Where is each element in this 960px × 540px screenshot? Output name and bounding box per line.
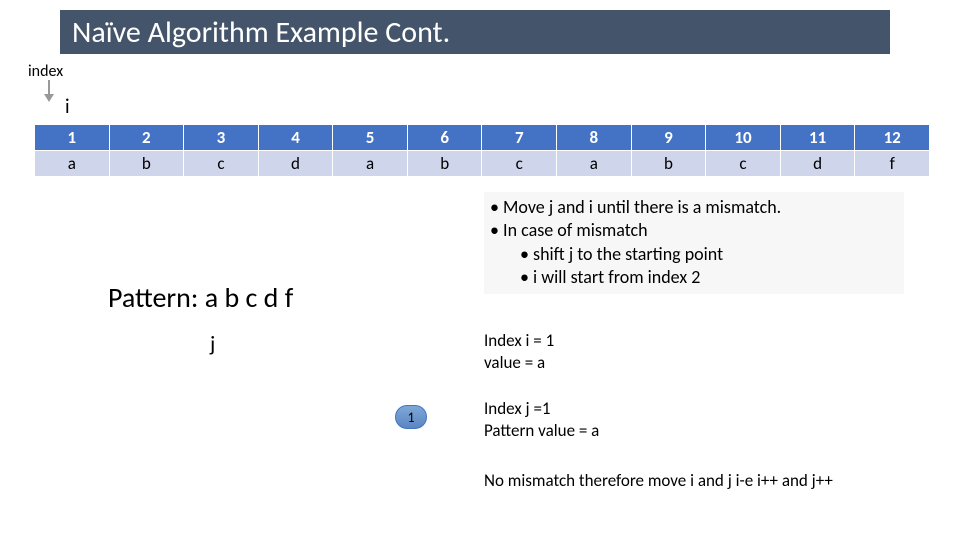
table-index-row: 1 2 3 4 5 6 7 8 9 10 11 12 [35, 125, 930, 151]
table-value-row: a b c d a b c a b c d f [35, 151, 930, 177]
status-i-block: Index i = 1 value = a [484, 330, 554, 374]
status-j-block: Index j =1 Pattern value = a [484, 398, 599, 442]
bullet-subitem: i will start from index 2 [490, 266, 898, 289]
table-header-cell: 4 [258, 125, 333, 151]
j-value: 1 [407, 409, 414, 426]
table-value-cell: a [333, 151, 408, 177]
bullet-item: In case of mismatch [490, 219, 898, 242]
table-value-cell: b [407, 151, 482, 177]
text-table: 1 2 3 4 5 6 7 8 9 10 11 12 a b c d a b c… [34, 124, 930, 177]
table-header-cell: 1 [35, 125, 110, 151]
table-header-cell: 11 [780, 125, 855, 151]
down-arrow-icon [42, 80, 56, 102]
table-value-cell: d [780, 151, 855, 177]
slide-title: Naïve Algorithm Example Cont. [72, 14, 450, 51]
table-header-cell: 2 [109, 125, 184, 151]
table-value-cell: a [557, 151, 632, 177]
table-header-cell: 12 [855, 125, 930, 151]
j-value-pill: 1 [395, 405, 427, 429]
table-header-cell: 3 [184, 125, 259, 151]
status-j-value: Pattern value = a [484, 420, 599, 442]
table-header-cell: 7 [482, 125, 557, 151]
table-value-cell: c [482, 151, 557, 177]
table-value-cell: c [706, 151, 781, 177]
table-header-cell: 10 [706, 125, 781, 151]
table-header-cell: 9 [631, 125, 706, 151]
table-value-cell: b [109, 151, 184, 177]
algorithm-bullets: Move j and i until there is a mismatch. … [484, 192, 904, 294]
pattern-label: Pattern: a b c d f [108, 280, 293, 315]
bullet-item: Move j and i until there is a mismatch. [490, 196, 898, 219]
index-label: index [28, 62, 63, 81]
conclusion-text: No mismatch therefore move i and j i-e i… [484, 470, 833, 491]
table-value-cell: f [855, 151, 930, 177]
status-i-value: value = a [484, 352, 554, 374]
slide-title-bar: Naïve Algorithm Example Cont. [60, 10, 890, 54]
table-value-cell: b [631, 151, 706, 177]
table-value-cell: c [184, 151, 259, 177]
table-value-cell: a [35, 151, 110, 177]
i-pointer-label: i [65, 95, 70, 119]
table-header-cell: 6 [407, 125, 482, 151]
table-header-cell: 8 [557, 125, 632, 151]
bullet-subitem: shift j to the starting point [490, 243, 898, 266]
table-header-cell: 5 [333, 125, 408, 151]
status-i-index: Index i = 1 [484, 330, 554, 352]
table-value-cell: d [258, 151, 333, 177]
status-j-index: Index j =1 [484, 398, 599, 420]
j-pointer-label: j [210, 330, 215, 357]
